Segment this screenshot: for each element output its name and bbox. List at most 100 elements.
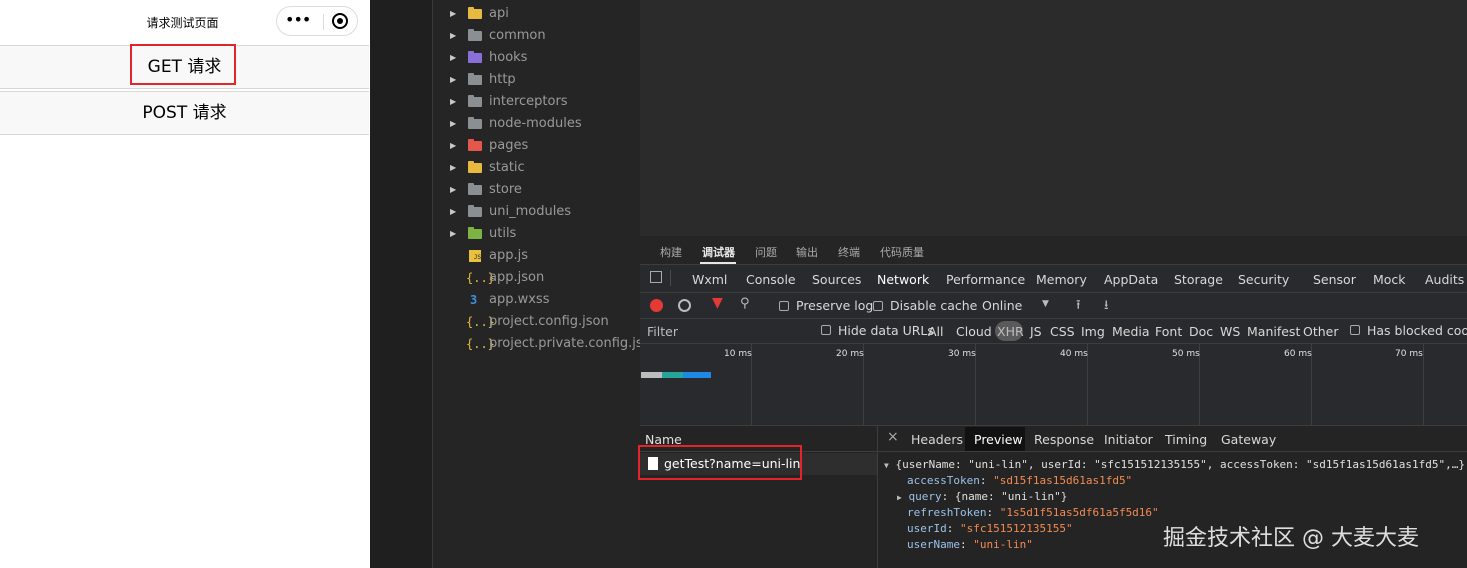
preview-line-username: userName: "uni-lin" [907,538,1033,551]
tab-gateway[interactable]: Gateway [1221,432,1276,447]
preview-line-userid: userId: "sfc151512135155" [907,522,1073,535]
tab-output[interactable]: 输出 [796,244,818,260]
expand-arrow-icon[interactable]: ▶ [450,135,456,157]
filter-type-manifest[interactable]: Manifest [1247,324,1300,339]
tab-response[interactable]: Response [1034,432,1094,447]
filter-type-ws[interactable]: WS [1220,324,1240,339]
disable-cache-label: Disable cache [890,298,978,313]
hide-data-urls-label: Hide data URLs [838,323,934,338]
tab-performance[interactable]: Performance [946,272,1025,287]
tab-problems[interactable]: 问题 [755,244,777,260]
expand-arrow-icon[interactable]: ▶ [450,47,456,69]
expand-arrow-icon[interactable]: ▶ [450,201,456,223]
expand-arrow-icon[interactable]: ▶ [450,91,456,113]
expand-arrow-icon[interactable]: ▶ [450,69,456,91]
expand-arrow-icon[interactable]: ▶ [450,223,456,245]
tab-storage[interactable]: Storage [1174,272,1223,287]
clear-icon[interactable] [678,299,691,312]
tab-timing[interactable]: Timing [1165,432,1207,447]
expand-arrow-icon[interactable]: ▶ [897,493,902,502]
hide-data-urls-checkbox[interactable] [821,325,831,335]
tab-console[interactable]: Console [746,272,796,287]
expand-arrow-icon[interactable]: ▶ [450,157,456,179]
expand-arrow-icon[interactable]: ▶ [450,3,456,25]
close-icon[interactable]: × [887,429,899,445]
tree-item-label: project.private.config.json [489,336,659,351]
timeline-gridline [1423,344,1424,425]
disable-cache-checkbox[interactable] [873,301,883,311]
phone-simulator: 请求测试页面 ••• GET 请求 POST 请求 [0,0,370,568]
tab-security[interactable]: Security [1238,272,1289,287]
filter-type-all[interactable]: All [928,324,944,339]
post-request-button[interactable]: POST 请求 [0,91,369,135]
tab-code-quality[interactable]: 代码质量 [880,244,924,260]
folder-icon [468,139,482,151]
tab-sources[interactable]: Sources [812,272,861,287]
tree-item-label: app.json [489,270,545,285]
expand-arrow-icon[interactable]: ▶ [450,25,456,47]
filter-type-img[interactable]: Img [1081,324,1105,339]
json-value: "uni-lin" [973,538,1033,551]
capsule-menu[interactable]: ••• [276,6,358,36]
tab-audits[interactable]: Audits [1425,272,1464,287]
tab-sensor[interactable]: Sensor [1313,272,1356,287]
filter-type-js[interactable]: JS [1030,324,1042,339]
json-key: accessToken [907,474,980,487]
folder-icon [468,117,482,129]
tab-terminal[interactable]: 终端 [838,244,860,260]
has-blocked-cookies-label: Has blocked cookie [1367,323,1467,338]
tab-build[interactable]: 构建 [660,244,682,260]
filter-input[interactable]: Filter [647,324,678,339]
filter-type-font[interactable]: Font [1155,324,1182,339]
filter-icon[interactable]: ▼ [712,295,723,311]
expand-arrow-icon[interactable]: ▼ [884,461,889,470]
timeline-tick: 30 ms [948,349,976,359]
filter-type-other[interactable]: Other [1303,324,1339,339]
filter-type-doc[interactable]: Doc [1189,324,1213,339]
tab-preview[interactable]: Preview [974,432,1023,447]
folder-icon [468,183,482,195]
expand-arrow-icon[interactable]: ▶ [450,113,456,135]
inspect-element-icon[interactable] [650,271,662,283]
request-highlight [638,445,802,480]
preserve-log-checkbox[interactable] [779,301,789,311]
network-toolbar: ▼ ⚲ Preserve log Disable cache Online ▼ … [640,293,1467,319]
tab-memory[interactable]: Memory [1036,272,1087,287]
tab-appdata[interactable]: AppData [1104,272,1158,287]
folder-icon [468,51,482,63]
preview-line-refreshtoken: refreshToken: "1s5d1f51as5df61a5f5d16" [907,506,1159,519]
tree-item-label: common [489,28,546,43]
filter-type-media[interactable]: Media [1112,324,1150,339]
filter-type-xhr[interactable]: XHR [997,324,1024,339]
divider [670,270,671,286]
explorer-gutter [370,0,432,568]
preview-root[interactable]: ▼ {userName: "uni-lin", userId: "sfc1515… [884,458,1465,471]
tab-wxml[interactable]: Wxml [692,272,727,287]
throttling-select[interactable]: Online [982,298,1022,313]
import-har-icon[interactable]: ⭱ [1076,296,1081,318]
tab-headers[interactable]: Headers [911,432,963,447]
panel-tab-bar: 构建 调试器 问题 输出 终端 代码质量 [640,236,1467,264]
export-har-icon[interactable]: ⭳ [1104,296,1109,318]
record-icon[interactable] [650,299,663,312]
tab-initiator[interactable]: Initiator [1104,432,1153,447]
network-timeline[interactable] [640,344,1467,426]
close-target-icon[interactable] [332,13,348,29]
tree-item-label: hooks [489,50,528,65]
watermark: 掘金技术社区 @ 大麦大麦 [1163,526,1419,551]
search-icon[interactable]: ⚲ [740,296,750,311]
tab-debugger[interactable]: 调试器 [702,244,735,260]
filter-type-cloud[interactable]: Cloud [956,324,992,339]
chevron-down-icon[interactable]: ▼ [1042,299,1049,309]
preserve-log-label: Preserve log [796,298,874,313]
tab-mock[interactable]: Mock [1373,272,1406,287]
tree-item-label: pages [489,138,529,153]
filter-type-css[interactable]: CSS [1050,324,1075,339]
has-blocked-cookies-checkbox[interactable] [1350,325,1360,335]
expand-arrow-icon[interactable]: ▶ [450,179,456,201]
preview-line-query[interactable]: ▶ query: {name: "uni-lin"} [897,490,1067,503]
tree-item-label: http [489,72,516,87]
folder-icon [468,161,482,173]
more-icon[interactable]: ••• [285,10,311,29]
tab-network[interactable]: Network [877,272,929,287]
